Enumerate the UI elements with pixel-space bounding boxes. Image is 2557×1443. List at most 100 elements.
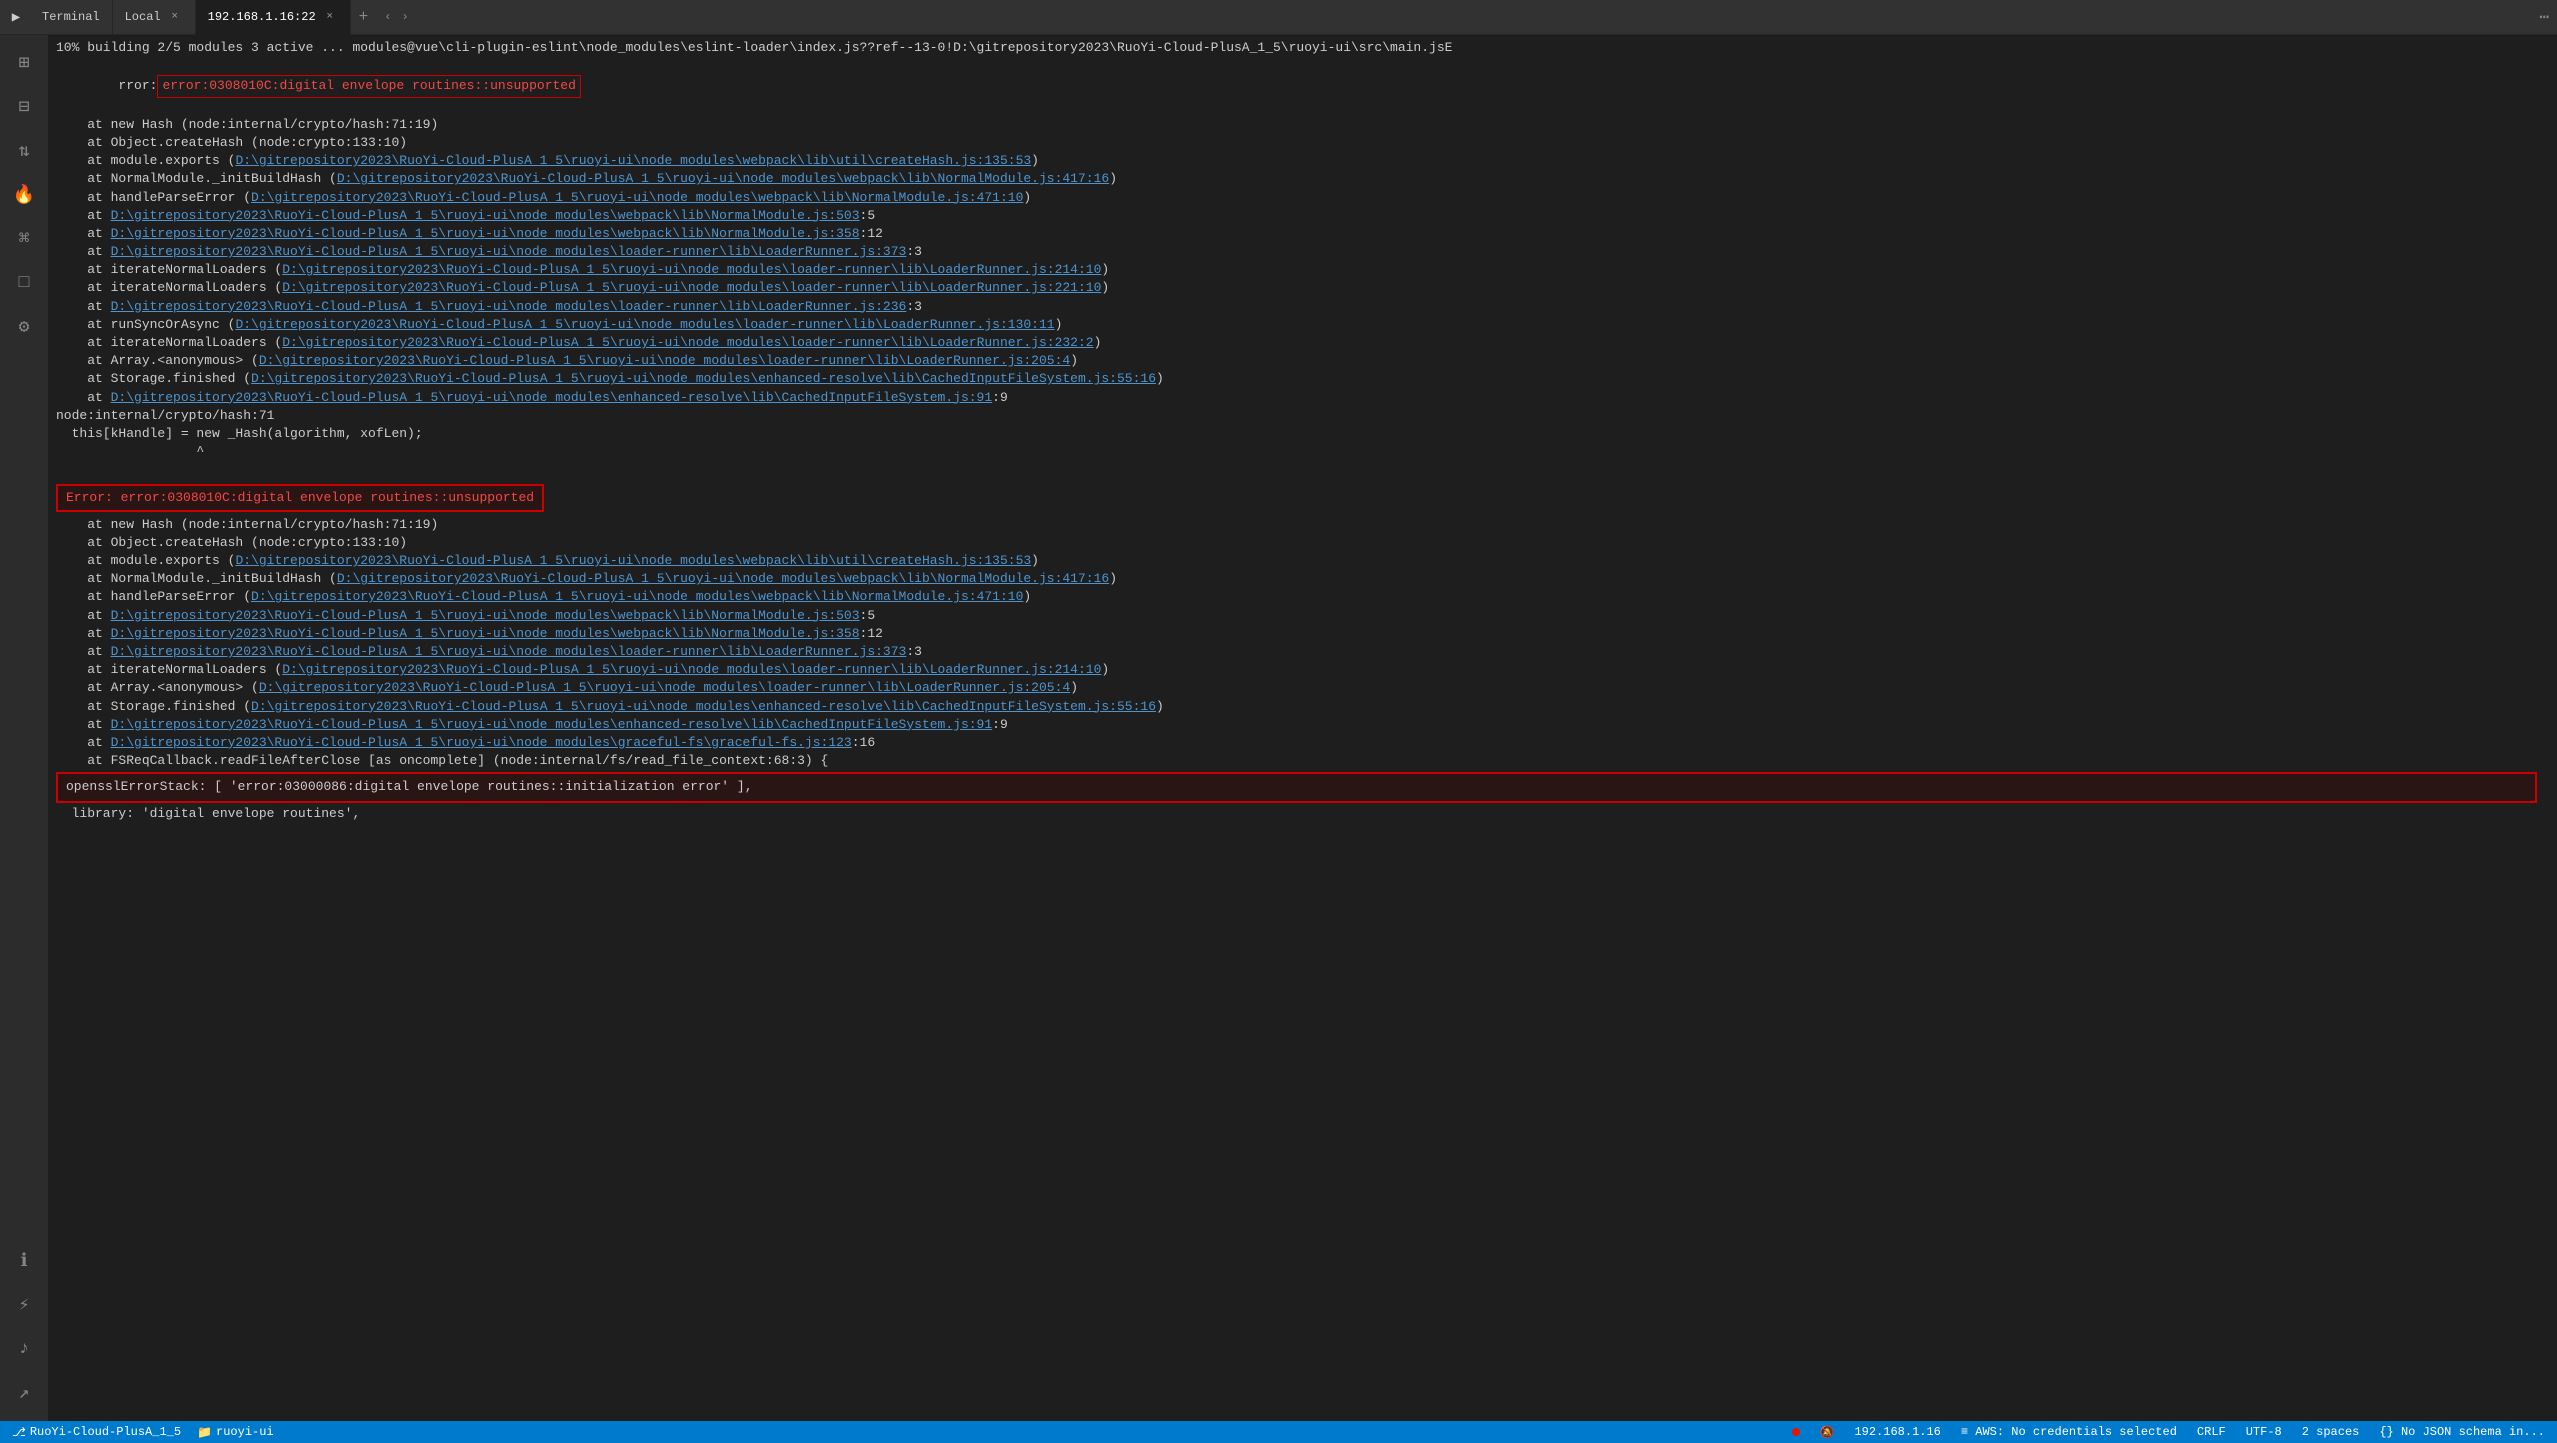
tab-ssh-close[interactable]: ×	[322, 9, 338, 25]
stack2-line-1: at new Hash (node:internal/crypto/hash:7…	[56, 516, 2537, 534]
activity-bar: ⊞ ⊟ ⇅ 🔥 ⌘ □ ⚙ ℹ ⚡ ♪ ↗	[0, 35, 48, 1421]
activity-icon-agent[interactable]: ⚡	[4, 1285, 44, 1325]
activity-icon-sftp[interactable]: ⇅	[4, 131, 44, 171]
activity-icon-split[interactable]: ⊟	[4, 87, 44, 127]
tab-terminal-label: Terminal	[42, 10, 100, 24]
scrollbar-track[interactable]	[2545, 35, 2557, 1421]
link-cachedfs-91[interactable]: D:\gitrepository2023\RuoYi-Cloud-PlusA_1…	[111, 390, 993, 405]
activity-icon-monitor[interactable]: □	[4, 263, 44, 303]
node-crypto-line: node:internal/crypto/hash:71	[56, 407, 2537, 425]
title-bar: ▶ Terminal Local × 192.168.1.16:22 × + ‹…	[0, 0, 2557, 35]
link2-cachedfs-91[interactable]: D:\gitrepository2023\RuoYi-Cloud-PlusA_1…	[111, 717, 993, 732]
link-loaderrunner-232[interactable]: D:\gitrepository2023\RuoYi-Cloud-PlusA_1…	[282, 335, 1093, 350]
activity-icon-link[interactable]: ↗	[4, 1373, 44, 1413]
status-spaces[interactable]: 2 spaces	[2298, 1421, 2364, 1443]
stack2-line-11: at Storage.finished (D:\gitrepository202…	[56, 698, 2537, 716]
status-spaces-label: 2 spaces	[2302, 1425, 2360, 1439]
status-bar-left: ⎇ RuoYi-Cloud-PlusA_1_5 📁 ruoyi-ui	[8, 1421, 278, 1443]
tab-nav-right[interactable]: ›	[397, 8, 412, 26]
stack2-line-10: at Array.<anonymous> (D:\gitrepository20…	[56, 679, 2537, 697]
tab-add-button[interactable]: +	[351, 0, 377, 35]
stack-line-9: at iterateNormalLoaders (D:\gitrepositor…	[56, 261, 2537, 279]
first-error-line: rror:error:0308010C:digital envelope rou…	[56, 57, 2537, 116]
terminal-content[interactable]: 10% building 2/5 modules 3 active ... mo…	[48, 35, 2545, 1421]
activity-icon-settings2[interactable]: ⚙	[4, 307, 44, 347]
status-crlf[interactable]: CRLF	[2193, 1421, 2230, 1443]
no-notify-icon: 🔕	[1820, 1425, 1835, 1440]
stack-line-12: at runSyncOrAsync (D:\gitrepository2023\…	[56, 316, 2537, 334]
blank-1	[56, 461, 2537, 479]
library-line: library: 'digital envelope routines',	[56, 805, 2537, 823]
link-normalmodule-417[interactable]: D:\gitrepository2023\RuoYi-Cloud-PlusA_1…	[337, 171, 1109, 186]
link2-loaderrunner-373[interactable]: D:\gitrepository2023\RuoYi-Cloud-PlusA_1…	[111, 644, 907, 659]
second-error-box: Error: error:0308010C:digital envelope r…	[56, 484, 544, 512]
stack-line-7: at D:\gitrepository2023\RuoYi-Cloud-Plus…	[56, 225, 2537, 243]
link2-normalmodule-417[interactable]: D:\gitrepository2023\RuoYi-Cloud-PlusA_1…	[337, 571, 1109, 586]
stack-line-13: at iterateNormalLoaders (D:\gitrepositor…	[56, 334, 2537, 352]
stack-line-14: at Array.<anonymous> (D:\gitrepository20…	[56, 352, 2537, 370]
link2-normalmodule-503[interactable]: D:\gitrepository2023\RuoYi-Cloud-PlusA_1…	[111, 608, 860, 623]
status-ip[interactable]: 192.168.1.16	[1850, 1421, 1944, 1443]
stack2-line-9: at iterateNormalLoaders (D:\gitrepositor…	[56, 661, 2537, 679]
link-normalmodule-358[interactable]: D:\gitrepository2023\RuoYi-Cloud-PlusA_1…	[111, 226, 860, 241]
link-loaderrunner-221[interactable]: D:\gitrepository2023\RuoYi-Cloud-PlusA_1…	[282, 280, 1101, 295]
stack2-line-14: at FSReqCallback.readFileAfterClose [as …	[56, 752, 2537, 770]
tab-local[interactable]: Local ×	[113, 0, 196, 35]
activity-icon-panels[interactable]: ⊞	[4, 43, 44, 83]
tab-local-close[interactable]: ×	[167, 9, 183, 25]
link-loaderrunner-236[interactable]: D:\gitrepository2023\RuoYi-Cloud-PlusA_1…	[111, 299, 907, 314]
stack2-line-5: at handleParseError (D:\gitrepository202…	[56, 588, 2537, 606]
stack-line-15: at Storage.finished (D:\gitrepository202…	[56, 370, 2537, 388]
tab-terminal[interactable]: Terminal	[30, 0, 113, 35]
status-bar: ⎇ RuoYi-Cloud-PlusA_1_5 📁 ruoyi-ui 🔕 192…	[0, 1421, 2557, 1443]
link-loaderrunner-214[interactable]: D:\gitrepository2023\RuoYi-Cloud-PlusA_1…	[282, 262, 1101, 277]
activity-icon-fire[interactable]: 🔥	[4, 175, 44, 215]
activity-icon-info[interactable]: ℹ	[4, 1241, 44, 1281]
stack-line-1: at new Hash (node:internal/crypto/hash:7…	[56, 116, 2537, 134]
stack-line-4: at NormalModule._initBuildHash (D:\gitre…	[56, 170, 2537, 188]
status-project[interactable]: ⎇ RuoYi-Cloud-PlusA_1_5	[8, 1421, 185, 1443]
status-json-schema[interactable]: {} No JSON schema in...	[2375, 1421, 2549, 1443]
link2-normalmodule-471[interactable]: D:\gitrepository2023\RuoYi-Cloud-PlusA_1…	[251, 589, 1023, 604]
link2-normalmodule-358[interactable]: D:\gitrepository2023\RuoYi-Cloud-PlusA_1…	[111, 626, 860, 641]
link2-loaderrunner-214[interactable]: D:\gitrepository2023\RuoYi-Cloud-PlusA_1…	[282, 662, 1101, 677]
tab-local-label: Local	[125, 10, 161, 24]
status-utf8[interactable]: UTF-8	[2242, 1421, 2286, 1443]
stack2-line-2: at Object.createHash (node:crypto:133:10…	[56, 534, 2537, 552]
stack2-line-13: at D:\gitrepository2023\RuoYi-Cloud-Plus…	[56, 734, 2537, 752]
error-indicator-dot	[1792, 1428, 1800, 1436]
link-normalmodule-503[interactable]: D:\gitrepository2023\RuoYi-Cloud-PlusA_1…	[111, 208, 860, 223]
node-crypto-code: this[kHandle] = new _Hash(algorithm, xof…	[56, 425, 2537, 443]
openssl-error-box: opensslErrorStack: [ 'error:03000086:dig…	[56, 772, 2537, 802]
stack2-line-6: at D:\gitrepository2023\RuoYi-Cloud-Plus…	[56, 607, 2537, 625]
link-normalmodule-471[interactable]: D:\gitrepository2023\RuoYi-Cloud-PlusA_1…	[251, 190, 1023, 205]
link2-cachedfs-55[interactable]: D:\gitrepository2023\RuoYi-Cloud-PlusA_1…	[251, 699, 1156, 714]
status-folder[interactable]: 📁 ruoyi-ui	[193, 1421, 278, 1443]
tab-list: Terminal Local × 192.168.1.16:22 × + ‹ ›	[30, 0, 417, 35]
stack-line-10: at iterateNormalLoaders (D:\gitrepositor…	[56, 279, 2537, 297]
status-error-dot[interactable]	[1788, 1421, 1804, 1443]
link2-createHash[interactable]: D:\gitrepository2023\RuoYi-Cloud-PlusA_1…	[235, 553, 1031, 568]
link2-loaderrunner-205[interactable]: D:\gitrepository2023\RuoYi-Cloud-PlusA_1…	[259, 680, 1070, 695]
status-no-notify[interactable]: 🔕	[1816, 1421, 1839, 1443]
link2-graceful-fs[interactable]: D:\gitrepository2023\RuoYi-Cloud-PlusA_1…	[111, 735, 852, 750]
tab-nav-left[interactable]: ‹	[380, 8, 395, 26]
status-aws-label: ≡ AWS: No credentials selected	[1961, 1425, 2177, 1439]
stack-line-8: at D:\gitrepository2023\RuoYi-Cloud-Plus…	[56, 243, 2537, 261]
status-crlf-label: CRLF	[2197, 1425, 2226, 1439]
link-loaderrunner-130[interactable]: D:\gitrepository2023\RuoYi-Cloud-PlusA_1…	[235, 317, 1054, 332]
stack-line-6: at D:\gitrepository2023\RuoYi-Cloud-Plus…	[56, 207, 2537, 225]
activity-icon-tiktok[interactable]: ♪	[4, 1329, 44, 1369]
title-bar-settings-icon[interactable]: ⋯	[2539, 7, 2549, 27]
link-cachedfs-55[interactable]: D:\gitrepository2023\RuoYi-Cloud-PlusA_1…	[251, 371, 1156, 386]
stack-line-5: at handleParseError (D:\gitrepository202…	[56, 189, 2537, 207]
link-loaderrunner-373[interactable]: D:\gitrepository2023\RuoYi-Cloud-PlusA_1…	[111, 244, 907, 259]
terminal-container: 10% building 2/5 modules 3 active ... mo…	[48, 35, 2545, 1421]
status-aws[interactable]: ≡ AWS: No credentials selected	[1957, 1421, 2181, 1443]
tab-ssh[interactable]: 192.168.1.16:22 ×	[196, 0, 351, 35]
error-prefix: rror:	[118, 78, 157, 93]
link-createHash[interactable]: D:\gitrepository2023\RuoYi-Cloud-PlusA_1…	[235, 153, 1031, 168]
activity-icon-remote[interactable]: ⌘	[4, 219, 44, 259]
stack-line-11: at D:\gitrepository2023\RuoYi-Cloud-Plus…	[56, 298, 2537, 316]
link-loaderrunner-205[interactable]: D:\gitrepository2023\RuoYi-Cloud-PlusA_1…	[259, 353, 1070, 368]
